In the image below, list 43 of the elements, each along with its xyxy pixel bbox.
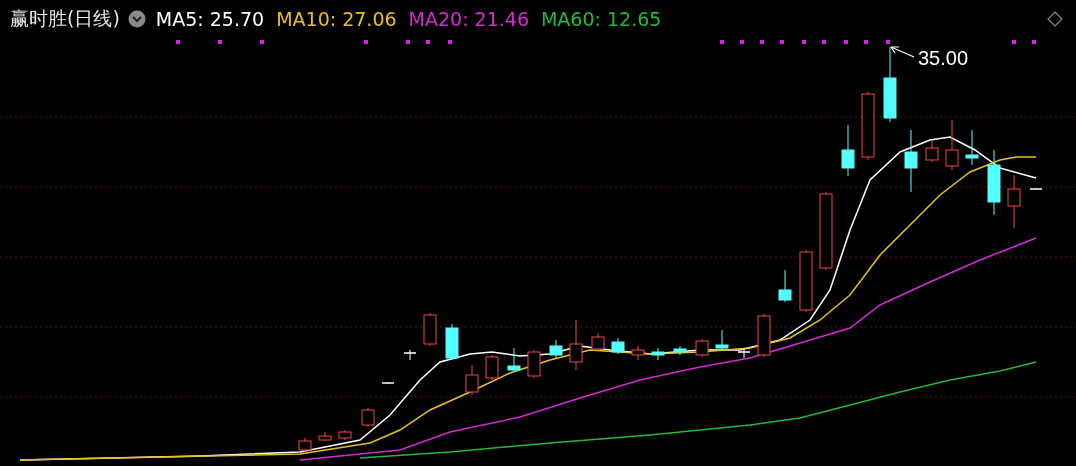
candlestick: [1029, 188, 1043, 191]
price-label: 35.00: [918, 47, 969, 69]
candlestick: [737, 347, 751, 359]
indicator-value: MA20: 21.46: [408, 8, 529, 30]
candlestick: [631, 345, 645, 361]
candlestick: [445, 323, 459, 361]
candlestick: [611, 337, 625, 355]
candlestick: [318, 431, 332, 442]
candlestick: [799, 249, 813, 313]
candlestick: [945, 119, 959, 171]
candlestick: [403, 349, 417, 361]
candlestick: [673, 345, 687, 356]
candlestick: [651, 347, 665, 361]
candlestick: [361, 407, 375, 428]
indicator-value: MA5: 25.70: [155, 8, 265, 30]
candlestick: [527, 349, 541, 379]
candlestick: [298, 437, 312, 453]
dropdown-icon[interactable]: [127, 10, 146, 28]
candlestick: [695, 338, 709, 358]
candlestick: [778, 269, 792, 303]
diamond-icon[interactable]: [1046, 10, 1064, 28]
candlestick: [904, 129, 918, 193]
candlestick: [381, 382, 395, 385]
candlestick: [423, 312, 437, 347]
candlestick: [925, 139, 939, 163]
candlestick: [841, 124, 855, 177]
candlestick: [965, 129, 979, 166]
arrow-icon: [890, 46, 915, 58]
stock-title: 赢时胜(日线): [10, 6, 120, 31]
candlestick: [465, 364, 479, 396]
candlestick: [757, 313, 771, 358]
candlestick: [1007, 174, 1021, 229]
candlestick: [569, 319, 583, 371]
candlestick: [485, 354, 499, 381]
indicator-value: MA60: 12.65: [540, 8, 662, 30]
candlestick: [549, 339, 563, 359]
candlestick: [507, 347, 521, 373]
indicator-value: MA10: 27.06: [276, 8, 397, 30]
candlestick: [338, 429, 352, 441]
candlestick: [861, 91, 875, 161]
candlestick: [715, 329, 729, 351]
candlestick: [987, 149, 1001, 216]
candlestick: [591, 332, 605, 352]
